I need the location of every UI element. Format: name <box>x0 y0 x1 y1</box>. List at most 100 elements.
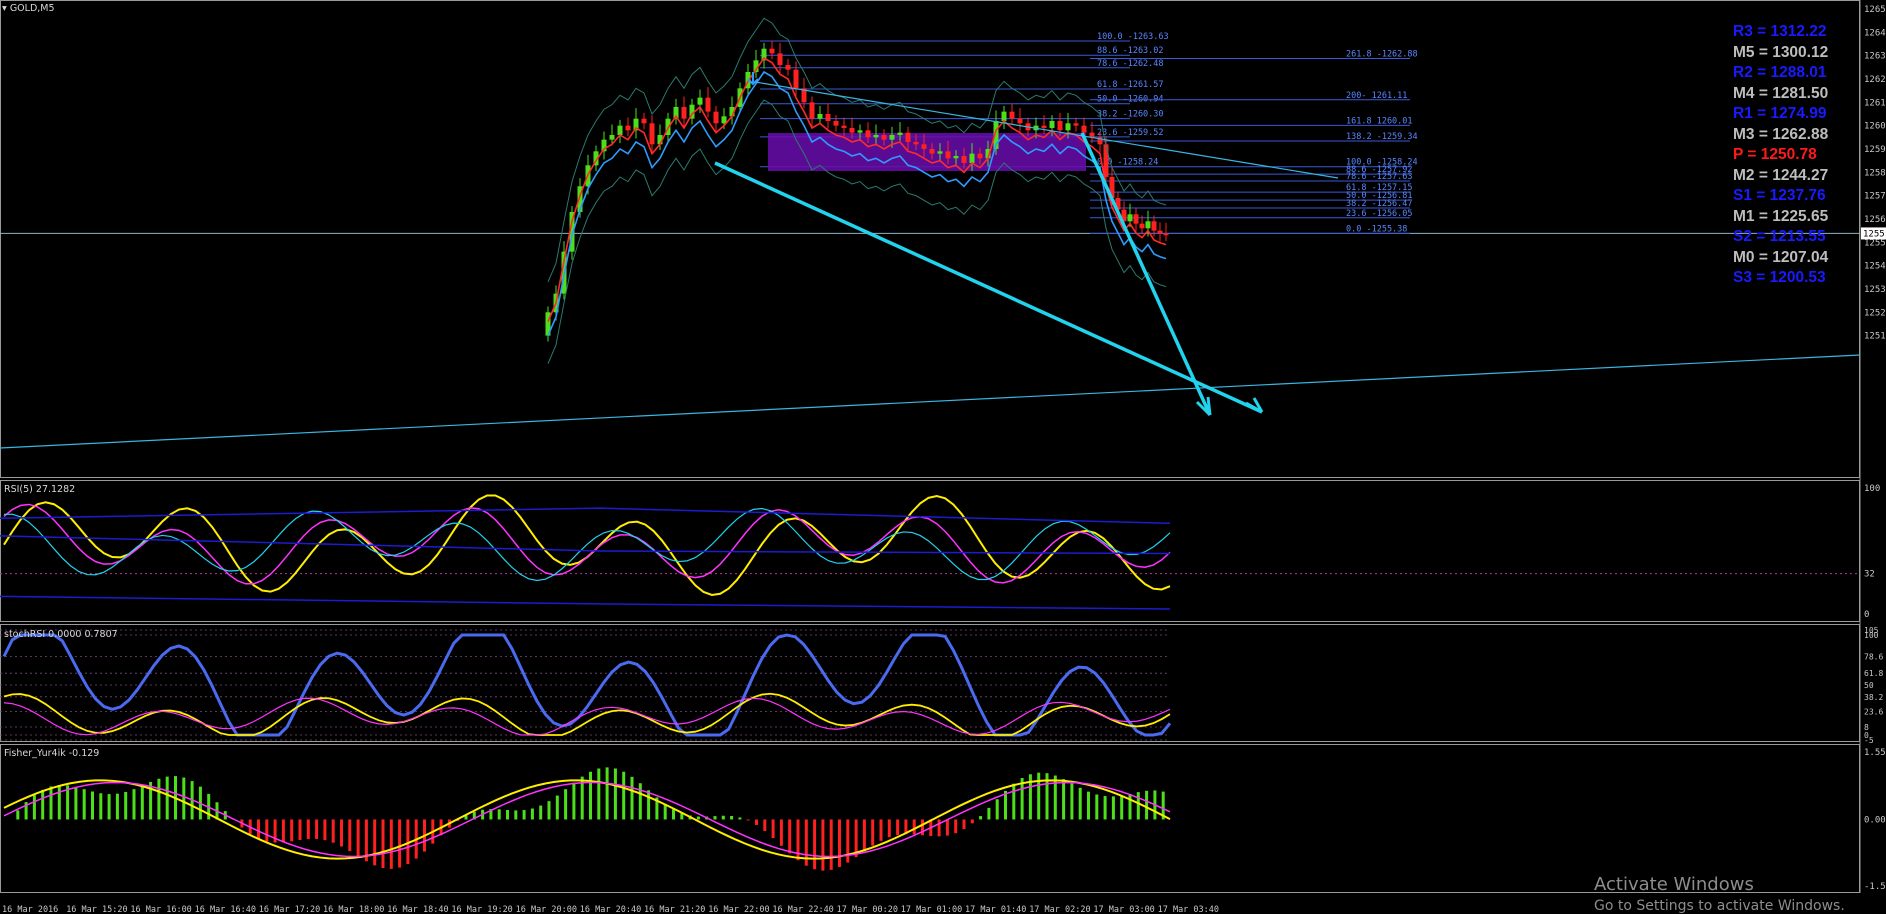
fisher-histogram-bar <box>257 819 260 838</box>
fisher-main-line <box>4 780 1170 858</box>
time-tick-label: 17 Mar 01:40 <box>965 905 1026 913</box>
price-tick-label: 1252 <box>1864 308 1886 318</box>
fisher-histogram-bar <box>282 819 285 842</box>
fisher-histogram-bar <box>996 799 999 819</box>
fisher-histogram-bar <box>738 817 741 819</box>
fisher-histogram-bar <box>664 804 667 820</box>
time-tick-label: 17 Mar 01:00 <box>901 905 962 913</box>
candle <box>1164 223 1169 241</box>
price-tick-label: 1260 <box>1864 122 1886 132</box>
candle-body <box>1146 221 1151 228</box>
candle <box>1002 106 1007 129</box>
fisher-histogram-bar <box>523 810 526 819</box>
fisher-histogram-bar <box>963 819 966 829</box>
time-tick-label: 17 Mar 03:40 <box>1158 905 1219 913</box>
symbol-timeframe: GOLD,M5 <box>10 3 55 14</box>
fisher-signal-line <box>4 783 1170 857</box>
fisher-histogram-bar <box>714 816 717 819</box>
candle <box>1010 103 1015 124</box>
activate-windows-subtitle: Go to Settings to activate Windows. <box>1594 898 1845 914</box>
candle <box>810 96 815 126</box>
candle <box>634 108 639 138</box>
price-tick-label: 1264 <box>1864 28 1886 38</box>
candle <box>602 131 607 159</box>
fisher-histogram-bar <box>639 783 642 819</box>
pivot-level-0: R3 = 1312.22 <box>1733 22 1827 42</box>
time-tick-label: 16 Mar 21:20 <box>644 905 705 913</box>
candle-body <box>914 142 919 144</box>
candle-body <box>922 144 927 149</box>
price-tick-label: 1253 <box>1864 285 1886 295</box>
fisher-histogram-bar <box>946 819 949 835</box>
candle-body <box>698 98 703 105</box>
candle <box>1158 222 1163 241</box>
fisher-histogram-bar <box>548 801 551 819</box>
fisher-histogram-bar <box>16 810 19 819</box>
fisher-histogram-bar <box>133 789 136 819</box>
rsi-tick-label: 32 <box>1864 570 1875 580</box>
stoch-tick-label: 78.6 <box>1864 652 1883 661</box>
candle <box>1074 117 1079 131</box>
fisher-histogram-bar <box>755 819 758 824</box>
candle-body <box>954 156 959 158</box>
fisher-histogram-bar <box>1129 794 1132 820</box>
trading-chart[interactable]: 138.2 -1265.69100.0 -1263.6388.6 -1263.0… <box>0 0 1886 913</box>
fisher-histogram-bar <box>971 819 974 823</box>
fisher-histogram-bar <box>41 790 44 820</box>
candle-body <box>810 102 815 118</box>
candle-body <box>626 126 631 131</box>
candle-body <box>962 156 967 163</box>
fib-upper-label: 23.6 -1259.52 <box>1097 128 1164 138</box>
fisher-histogram-bar <box>157 779 160 820</box>
fisher-histogram-bar <box>888 819 891 837</box>
candle-body <box>1010 112 1015 119</box>
time-tick-label: 16 Mar 16:40 <box>195 905 256 913</box>
fisher-tick-label: 1.551 <box>1864 748 1886 758</box>
fisher-histogram-bar <box>506 810 509 819</box>
stoch-tick-label: -5 <box>1864 736 1874 745</box>
candle-body <box>930 149 935 154</box>
candle-body <box>938 151 943 153</box>
fisher-histogram-bar <box>938 819 941 836</box>
candle-body <box>898 133 903 135</box>
fisher-histogram-bar <box>539 806 542 820</box>
candle-body <box>818 114 823 119</box>
fisher-histogram-bar <box>1137 792 1140 819</box>
fisher-tick-label: 0.00 <box>1864 815 1886 825</box>
fisher-histogram-bar <box>91 791 94 819</box>
candle <box>682 96 687 126</box>
dropdown-triangle-icon[interactable]: ▾ <box>2 3 7 14</box>
pivot-level-4: R1 = 1274.99 <box>1733 104 1827 124</box>
fib-right-label: 0.0 -1255.38 <box>1346 224 1407 234</box>
current-price-label: 1255 <box>1863 229 1885 239</box>
candle-body <box>1104 144 1109 177</box>
chart-title: ▾ GOLD,M5 <box>2 3 55 14</box>
candle-body <box>794 70 799 89</box>
rsi-panel-label: RSI(5) 27.1282 <box>4 484 75 495</box>
fisher-histogram-bar <box>373 819 376 865</box>
pivot-level-5: M3 = 1262.88 <box>1733 125 1828 145</box>
candle <box>778 43 783 73</box>
candle-body <box>1066 123 1071 130</box>
panel-border-0 <box>1 1 1860 478</box>
candle-body <box>850 128 855 133</box>
fisher-histogram-bar <box>672 809 675 819</box>
candle-body <box>770 49 775 54</box>
fisher-histogram-bar <box>265 819 268 841</box>
fisher-histogram-bar <box>50 786 53 819</box>
candle-body <box>834 121 839 126</box>
candle-body <box>1128 214 1133 221</box>
candle <box>1018 108 1023 131</box>
candle <box>786 59 791 75</box>
fisher-histogram-bar <box>1070 783 1073 819</box>
fib-upper-label: 88.6 -1263.02 <box>1097 46 1164 56</box>
time-tick-label: 16 Mar 20:00 <box>516 905 577 913</box>
fib-upper-label: 100.0 -1263.63 <box>1097 32 1169 42</box>
candle-body <box>842 126 847 128</box>
pivot-level-2: R2 = 1288.01 <box>1733 63 1827 83</box>
time-tick-label: 17 Mar 03:00 <box>1093 905 1154 913</box>
rsi-band-lower <box>0 596 1170 609</box>
pivot-level-7: M2 = 1244.27 <box>1733 166 1828 186</box>
candle-body <box>882 135 887 140</box>
candle <box>818 106 823 125</box>
